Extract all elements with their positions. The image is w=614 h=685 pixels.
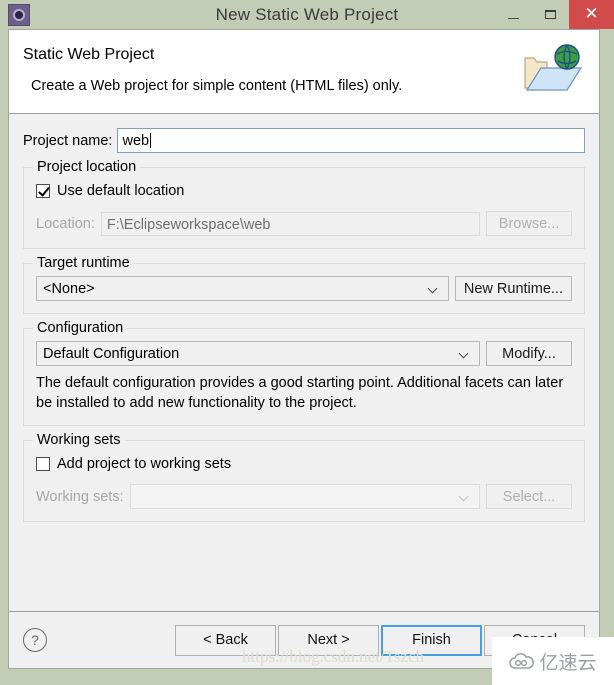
target-runtime-group-label: Target runtime (33, 255, 134, 271)
configuration-group-label: Configuration (33, 320, 128, 336)
project-name-input[interactable]: web (117, 128, 585, 153)
working-sets-group: Working sets Add project to working sets… (23, 432, 585, 522)
project-name-label: Project name: (23, 132, 113, 149)
add-to-working-sets-checkbox[interactable] (36, 457, 50, 471)
use-default-location-checkbox[interactable] (36, 184, 50, 198)
finish-button[interactable]: Finish (381, 624, 482, 656)
configuration-row: Default Configuration Modify... (36, 341, 572, 366)
target-runtime-row: <None> New Runtime... (36, 276, 572, 301)
close-icon[interactable]: ✕ (569, 0, 614, 29)
new-static-web-project-window: New Static Web Project ✕ Static Web Proj… (0, 0, 614, 685)
minimize-icon[interactable] (495, 0, 532, 29)
page-title: Static Web Project (23, 46, 155, 63)
project-name-row: Project name: web (23, 128, 585, 153)
browse-button: Browse... (486, 211, 572, 236)
new-runtime-button[interactable]: New Runtime... (454, 276, 572, 301)
dialog-panel: Static Web Project Create a Web project … (8, 29, 600, 669)
working-sets-group-label: Working sets (33, 432, 125, 448)
maximize-icon[interactable] (532, 0, 569, 29)
location-input: F:\Eclipseworkspace\web (100, 211, 480, 236)
project-location-group: Project location Use default location Lo… (23, 159, 585, 249)
working-sets-row: Working sets: Select... (36, 484, 572, 509)
configuration-value: Default Configuration (43, 345, 180, 362)
configuration-group: Configuration Default Configuration Modi… (23, 320, 585, 426)
chevron-down-icon (429, 284, 438, 293)
select-button: Select... (486, 484, 572, 509)
project-name-value: web (122, 133, 150, 149)
chevron-down-icon (460, 349, 469, 358)
project-location-group-label: Project location (33, 159, 141, 175)
configuration-select[interactable]: Default Configuration (36, 341, 480, 366)
location-row: Location: F:\Eclipseworkspace\web Browse… (36, 211, 572, 236)
add-to-working-sets-row[interactable]: Add project to working sets (36, 453, 572, 475)
working-sets-select (129, 484, 480, 509)
dialog-header: Static Web Project Create a Web project … (9, 30, 599, 114)
modify-button[interactable]: Modify... (486, 341, 572, 366)
target-runtime-group: Target runtime <None> New Runtime... (23, 255, 585, 314)
cloud-icon (509, 652, 535, 670)
dialog-body: Project name: web Project location Use d… (9, 114, 599, 611)
text-caret (150, 133, 152, 148)
location-label: Location: (36, 215, 95, 232)
title-bar: New Static Web Project ✕ (0, 0, 614, 29)
chevron-down-icon (460, 492, 469, 501)
use-default-location-label: Use default location (57, 183, 185, 199)
configuration-description: The default configuration provides a goo… (36, 375, 564, 411)
window-controls: ✕ (495, 0, 614, 29)
help-icon[interactable]: ? (23, 628, 47, 652)
target-runtime-value: <None> (43, 280, 95, 297)
next-button[interactable]: Next > (278, 624, 379, 656)
working-sets-label: Working sets: (36, 488, 124, 505)
back-button[interactable]: < Back (175, 624, 276, 656)
logo-watermark-text: 亿速云 (539, 651, 597, 674)
web-folder-globe-icon (517, 40, 587, 102)
target-runtime-select[interactable]: <None> (36, 276, 449, 301)
use-default-location-row[interactable]: Use default location (36, 180, 572, 202)
page-description: Create a Web project for simple content … (31, 78, 403, 94)
logo-watermark: 亿速云 (492, 637, 614, 685)
add-to-working-sets-label: Add project to working sets (57, 456, 232, 472)
